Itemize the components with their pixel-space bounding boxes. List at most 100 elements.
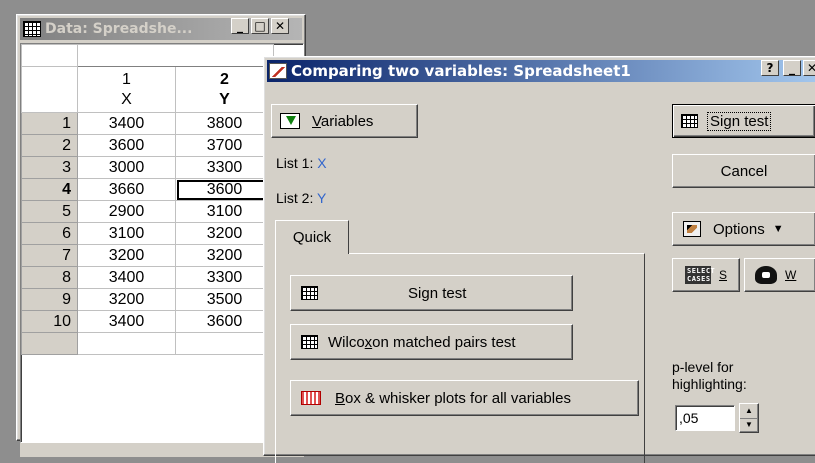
table-cell[interactable]: 3700	[175, 134, 274, 157]
plevel-spinner[interactable]: ▲ ▼	[739, 403, 759, 433]
select-cases-label: S	[718, 268, 727, 282]
table-cell[interactable]: 3200	[175, 222, 274, 245]
dialog-title: Comparing two variables: Spreadsheet1	[291, 62, 631, 80]
table-cell[interactable]: 3800	[175, 112, 274, 135]
sign-test-label-a: Si	[408, 284, 422, 302]
dialog-titlebar-buttons: ? _ ✕	[761, 60, 815, 76]
empty-cell[interactable]	[21, 332, 78, 355]
row-header[interactable]: 10	[21, 310, 78, 333]
empty-cell[interactable]	[175, 332, 274, 355]
table-row: 5 2900 3100	[21, 200, 274, 223]
select-cases-icon: SELECT CASES	[684, 266, 716, 284]
weight-button[interactable]: W	[744, 258, 815, 292]
row-header[interactable]: 7	[21, 244, 78, 267]
table-cell[interactable]: 3500	[175, 288, 274, 311]
weight-label: W	[785, 268, 797, 282]
tab-quick[interactable]: Quick	[275, 220, 349, 254]
dropdown-arrow-icon: ▼	[772, 223, 784, 235]
select-cases-button[interactable]: SELECT CASES S	[672, 258, 740, 292]
table-cell[interactable]: 3200	[77, 244, 176, 267]
options-label: Options	[713, 220, 765, 238]
wilcoxon-label-a: Wilco	[328, 333, 365, 351]
run-sign-test-label-b: n test	[731, 112, 769, 130]
table-row: 9 3200 3500	[21, 288, 274, 311]
row-header[interactable]: 3	[21, 156, 78, 179]
table-row: 1 3400 3800	[21, 112, 274, 135]
table-cell[interactable]: 3000	[77, 156, 176, 179]
row-header[interactable]: 6	[21, 222, 78, 245]
variables-button[interactable]: Variables	[271, 104, 418, 138]
table-row: 10 3400 3600	[21, 310, 274, 333]
box-plot-icon	[301, 391, 321, 405]
table-row: 7 3200 3200	[21, 244, 274, 267]
table-row: 4 3660 3600	[21, 178, 274, 201]
horizontal-scrollbar[interactable]	[20, 443, 304, 457]
wilcoxon-button[interactable]: Wilcoxon matched pairs test	[290, 324, 573, 360]
row-header[interactable]: 9	[21, 288, 78, 311]
row-header[interactable]: 4	[21, 178, 78, 201]
weight-icon	[755, 266, 777, 284]
options-icon	[683, 221, 701, 237]
box-whisker-plots-button[interactable]: Box & whisker plots for all variables	[290, 380, 639, 416]
spin-up-icon[interactable]: ▲	[740, 404, 758, 418]
spreadsheet-icon	[23, 21, 41, 37]
dialog-titlebar[interactable]: Comparing two variables: Spreadsheet1	[267, 60, 815, 82]
close-button[interactable]: ✕	[271, 18, 289, 34]
column-number: 2	[220, 70, 229, 88]
plevel-label-line2: highlighting:	[672, 376, 747, 392]
table-cell[interactable]: 3660	[77, 178, 176, 201]
spreadsheet-icon	[301, 335, 318, 349]
row-header[interactable]: 2	[21, 134, 78, 157]
variables-mnemonic: V	[312, 112, 321, 130]
table-cell[interactable]: 3300	[175, 156, 274, 179]
row-header[interactable]: 1	[21, 112, 78, 135]
run-sign-test-label-a: Si	[710, 112, 724, 130]
boxplot-label: ox & whisker plots for all variables	[345, 389, 571, 407]
list2-label: List 2:	[276, 190, 314, 206]
table-cell[interactable]: 3300	[175, 266, 274, 289]
table-cell[interactable]: 3200	[175, 244, 274, 267]
table-cell[interactable]: 3400	[77, 310, 176, 333]
column-name: Y	[219, 90, 230, 108]
sign-test-run-button[interactable]: Sign test	[672, 104, 815, 138]
empty-cell[interactable]	[77, 332, 176, 355]
table-cell[interactable]: 3600	[175, 178, 274, 201]
spreadsheet-grid[interactable]: 1 X 2 Y 1 3400 3800 2 3600 3700 3 3000 3300 4 3660…	[20, 43, 304, 443]
column-header-x[interactable]: 1 X	[77, 66, 176, 113]
spin-down-icon[interactable]: ▼	[740, 417, 758, 433]
close-button[interactable]: ✕	[803, 60, 815, 76]
plevel-input[interactable]: ,05	[675, 405, 735, 431]
table-cell[interactable]: 3100	[175, 200, 274, 223]
table-row: 2 3600 3700	[21, 134, 274, 157]
corner-cell[interactable]	[21, 44, 78, 67]
spreadsheet-titlebar-buttons: _ □ ✕	[231, 18, 289, 34]
table-cell[interactable]: 2900	[77, 200, 176, 223]
list1-value: X	[317, 155, 327, 171]
help-button[interactable]: ?	[761, 60, 779, 76]
table-cell[interactable]: 3200	[77, 288, 176, 311]
sign-test-label-b: n test	[429, 284, 467, 302]
table-row: 8 3400 3300	[21, 266, 274, 289]
minimize-button[interactable]: _	[783, 60, 801, 76]
chart-icon	[269, 63, 287, 79]
list1-row: List 1: X	[276, 155, 327, 171]
table-cell[interactable]: 3600	[77, 134, 176, 157]
column-number: 1	[122, 70, 131, 88]
cancel-button[interactable]: Cancel	[672, 154, 815, 188]
table-cell[interactable]: 3400	[77, 266, 176, 289]
list1-label: List 1:	[276, 155, 314, 171]
data-table: 1 X 2 Y 1 3400 3800 2 3600 3700 3 3000 3300 4 3660…	[21, 44, 274, 355]
maximize-button[interactable]: □	[251, 18, 269, 34]
header-spacer	[77, 44, 274, 67]
table-cell[interactable]: 3100	[77, 222, 176, 245]
minimize-button[interactable]: _	[231, 18, 249, 34]
table-cell[interactable]: 3600	[175, 310, 274, 333]
table-cell[interactable]: 3400	[77, 112, 176, 135]
row-header[interactable]: 5	[21, 200, 78, 223]
options-button[interactable]: Options ▼	[672, 212, 815, 246]
row-header[interactable]: 8	[21, 266, 78, 289]
column-header-y[interactable]: 2 Y	[175, 66, 274, 113]
sign-test-button[interactable]: Sign test	[290, 275, 573, 311]
spreadsheet-icon	[681, 114, 698, 128]
spreadsheet-title: Data: Spreadshe...	[45, 21, 193, 37]
